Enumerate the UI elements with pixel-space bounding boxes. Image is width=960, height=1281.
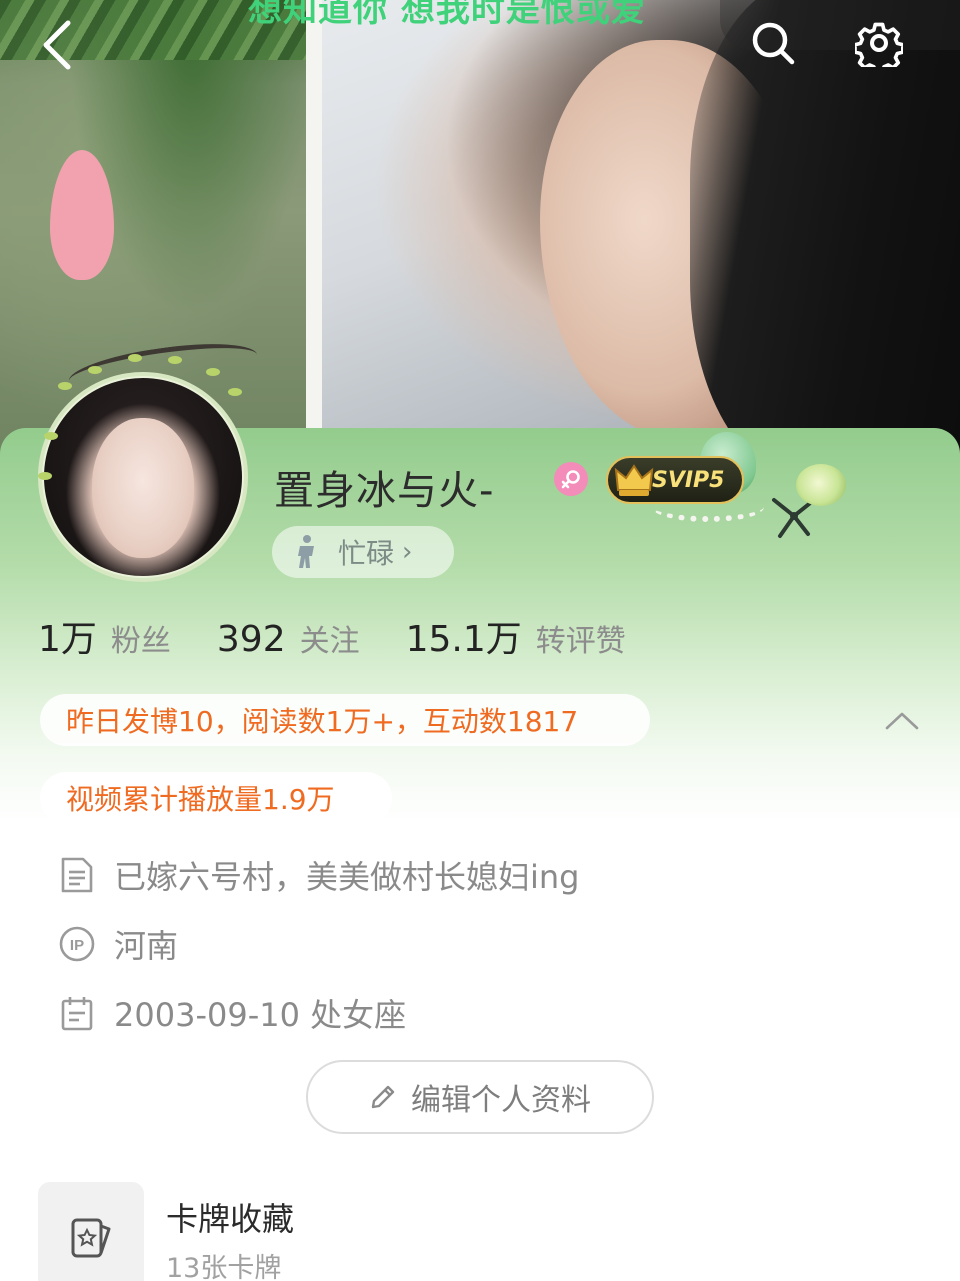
apple-decoration: [796, 464, 846, 506]
stat-label: 转评赞: [535, 624, 626, 659]
bio-row: 已嫁六号村，美美做村长媳妇ing: [58, 850, 580, 900]
avatar[interactable]: [28, 334, 260, 582]
ip-location: 河南: [114, 927, 179, 965]
crown-icon: [614, 464, 654, 496]
birthday-row: 2003-09-10 处女座: [58, 988, 406, 1038]
username: 置身冰与火-: [274, 468, 495, 514]
stats-row: 1万 粉丝 392 关注 15.1万 转评赞: [38, 610, 672, 662]
document-icon: [58, 856, 96, 894]
collapse-button[interactable]: [880, 700, 924, 740]
ip-row: IP 河南: [58, 919, 178, 969]
settings-button[interactable]: [854, 18, 904, 68]
search-icon: [752, 22, 795, 65]
profile-page: 想知道你 想我时是恨或爱 置身冰与火- SVIP5 忙碌 › 1万 粉丝 392…: [0, 0, 960, 1281]
activity-summary[interactable]: 昨日发博10，阅读数1万+，互动数1817: [40, 694, 650, 746]
card-collection-title[interactable]: 卡牌收藏: [166, 1194, 294, 1240]
person-status-icon: [298, 535, 314, 568]
gear-icon: [855, 22, 903, 67]
activity-summary-text: 昨日发博10，阅读数1万+，互动数1817: [66, 705, 579, 738]
edit-profile-label: 编辑个人资料: [411, 1083, 591, 1118]
edit-profile-button[interactable]: 编辑个人资料: [306, 1060, 654, 1134]
card-collection-count: 13张卡牌: [166, 1253, 282, 1281]
calendar-icon: [58, 994, 96, 1032]
female-icon: [554, 462, 588, 496]
video-plays-summary[interactable]: 视频累计播放量1.9万: [40, 772, 392, 824]
pearl-decoration: [652, 492, 764, 522]
status-chip[interactable]: 忙碌 ›: [272, 526, 454, 578]
stat-label: 关注: [299, 624, 360, 659]
search-button[interactable]: [748, 18, 798, 68]
chevron-up-icon: [885, 712, 919, 730]
stat-engagement[interactable]: 15.1万 转评赞: [406, 610, 626, 662]
stat-value: 392: [216, 619, 286, 660]
bio-text: 已嫁六号村，美美做村长媳妇ing: [114, 858, 580, 896]
video-plays-text: 视频累计播放量1.9万: [66, 783, 335, 816]
card-collection-button[interactable]: [38, 1182, 144, 1281]
birthday-text: 2003-09-10 处女座: [114, 996, 407, 1034]
stat-value: 1万: [38, 619, 97, 660]
status-label: 忙碌: [338, 537, 395, 570]
cover-caption: 想知道你 想我时是恨或爱: [248, 0, 646, 30]
stat-following[interactable]: 392 关注: [217, 616, 360, 660]
stat-value: 15.1万: [405, 619, 522, 660]
pencil-icon: [371, 1085, 395, 1109]
card-icon: [71, 1218, 111, 1258]
svg-text:IP: IP: [70, 937, 84, 954]
chevron-left-icon: [43, 20, 71, 70]
vip-badge-label: SVIP5: [652, 467, 725, 493]
back-button[interactable]: [34, 18, 80, 72]
stat-followers[interactable]: 1万 粉丝: [38, 610, 171, 662]
ip-icon: IP: [58, 925, 96, 963]
chevron-right-icon: ›: [402, 537, 413, 567]
stat-label: 粉丝: [110, 624, 171, 659]
